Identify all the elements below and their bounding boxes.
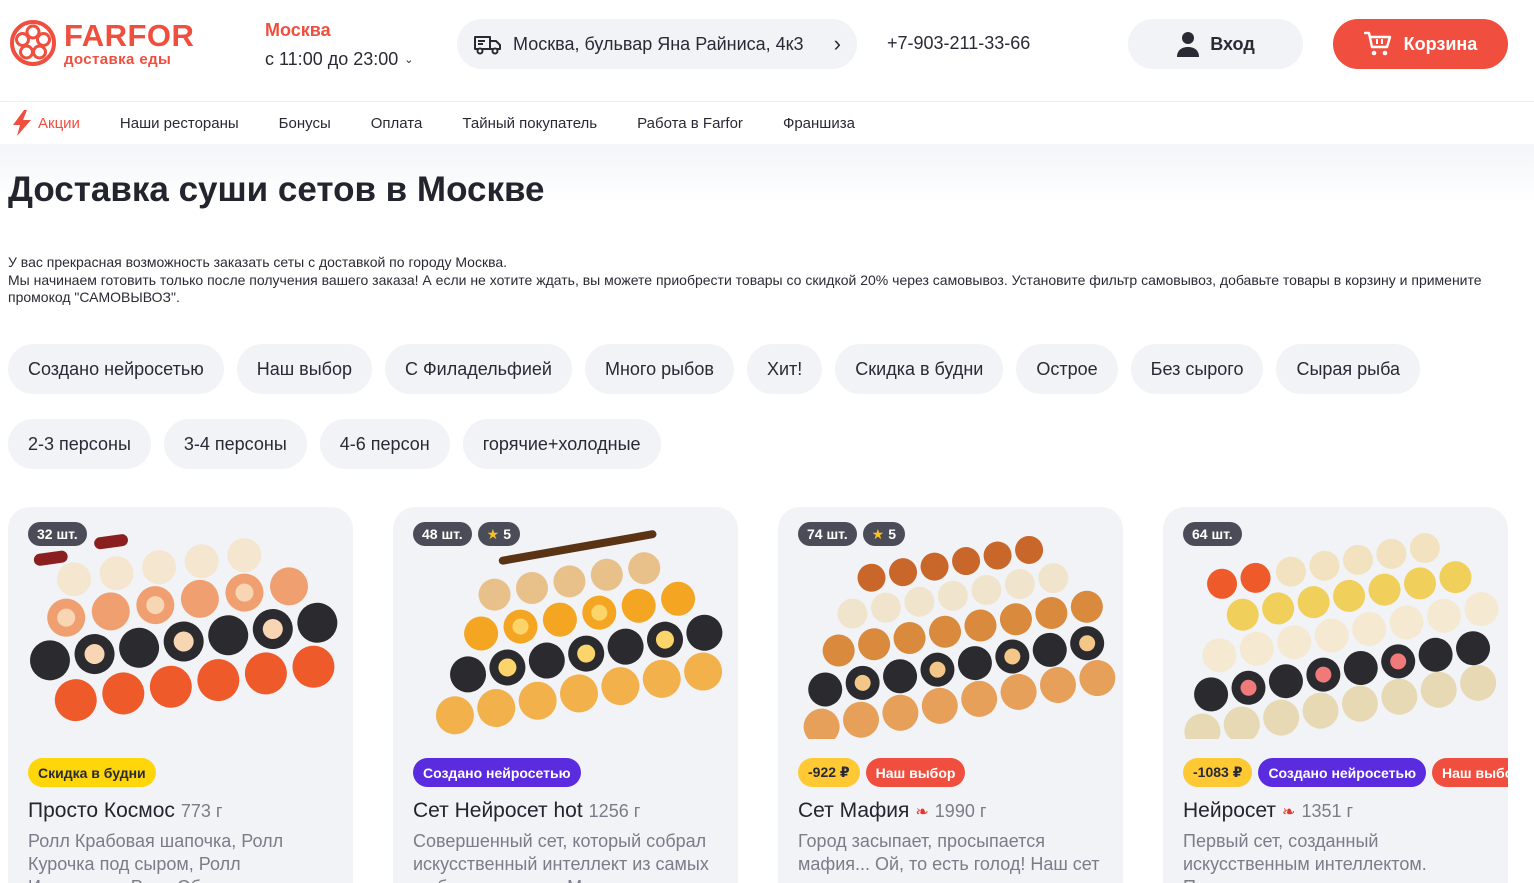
piece-count-badge: 32 шт. (28, 522, 87, 546)
rating-badge: ★ 5 (477, 522, 521, 546)
card-tags: Скидка в будни (28, 758, 156, 787)
filter-chip[interactable]: 3-4 персоны (163, 419, 307, 469)
filter-chip[interactable]: Создано нейросетью (8, 344, 224, 394)
filter-chip[interactable]: Хит! (746, 344, 823, 394)
nav-item-bonuses[interactable]: Бонусы (279, 115, 331, 132)
card-badges: 74 шт. ★ 5 (798, 522, 906, 546)
cart-button[interactable]: Корзина (1333, 19, 1508, 69)
product-title: Просто Космос 773 г (28, 799, 223, 823)
phone-number[interactable]: +7-903-211-33-66 (887, 33, 1030, 54)
nav-item-secret-shopper[interactable]: Тайный покупатель (462, 115, 597, 132)
product-description: Совершенный сет, который собрал искусств… (413, 831, 709, 883)
product-name: Нейросет (1183, 799, 1277, 822)
cart-label: Корзина (1403, 33, 1478, 54)
chevron-down-icon: ⌄ (404, 54, 414, 66)
rating-value: 5 (503, 526, 512, 542)
farfor-logo[interactable]: FARFOR доставка еды (8, 18, 194, 68)
card-badges: 48 шт. ★ 5 (413, 522, 521, 546)
product-weight: 1351 г (1301, 801, 1354, 821)
tag-ai-created: Создано нейросетью (413, 758, 581, 787)
product-title: Нейросет ❧ 1351 г (1183, 799, 1353, 823)
main-nav: Акции Наши рестораны Бонусы Оплата Тайны… (0, 102, 1534, 144)
filter-chip[interactable]: Много рыбов (584, 344, 734, 394)
product-title: Сет Мафия ❧ 1990 г (798, 799, 986, 823)
tag-price-discount: -922 ₽ (798, 758, 860, 787)
product-description: Первый сет, созданный искусственным инте… (1183, 831, 1427, 883)
nav-item-payment[interactable]: Оплата (371, 115, 423, 132)
product-weight: 1256 г (588, 801, 641, 821)
tag-weekday-discount: Скидка в будни (28, 758, 156, 787)
logo-name: FARFOR (64, 17, 195, 53)
card-badges: 64 шт. (1183, 522, 1242, 546)
product-card[interactable]: 48 шт. ★ 5 Создано нейросетью Сет Нейрос… (393, 507, 738, 883)
lightning-icon (13, 110, 31, 136)
product-card[interactable]: 64 шт. -1083 ₽ Создано нейросетью Наш вы… (1163, 507, 1508, 883)
product-name: Просто Космос (28, 799, 175, 822)
delivery-truck-icon (474, 36, 501, 55)
page-title: Доставка суши сетов в Москве (8, 170, 545, 209)
description-line: Мы начинаем готовить только после получе… (8, 271, 1482, 306)
tag-our-choice: Наш выбор (865, 758, 966, 787)
product-card[interactable]: 74 шт. ★ 5 -922 ₽ Наш выбор Сет Мафия ❧ … (778, 507, 1123, 883)
logo-subtitle: доставка еды (64, 50, 172, 68)
product-weight: 773 г (180, 801, 223, 821)
working-hours[interactable]: с 11:00 до 23:00 ⌄ (265, 49, 414, 70)
filter-chips-row: 2-3 персоны 3-4 персоны 4-6 персон горяч… (8, 419, 1518, 469)
card-tags: Создано нейросетью (413, 758, 581, 787)
nav-item-franchise[interactable]: Франшиза (783, 115, 855, 132)
filter-chip[interactable]: 2-3 персоны (8, 419, 151, 469)
card-tags: -1083 ₽ Создано нейросетью Наш выбор (1183, 758, 1508, 787)
logo-flower-icon (10, 20, 56, 66)
filter-chip[interactable]: Наш выбор (236, 344, 372, 394)
filter-chip[interactable]: Скидка в будни (835, 344, 1004, 394)
login-label: Вход (1210, 33, 1255, 54)
product-title: Сет Нейросет hot 1256 г (413, 799, 640, 823)
page-description: У вас прекрасная возможность заказать се… (8, 254, 1508, 307)
tag-our-choice: Наш выбор (1432, 758, 1508, 787)
star-icon: ★ (486, 525, 500, 542)
nav-item-jobs[interactable]: Работа в Farfor (637, 115, 743, 132)
piece-count-badge: 64 шт. (1183, 522, 1242, 546)
tag-price-discount: -1083 ₽ (1183, 758, 1253, 787)
product-name: Сет Мафия (798, 799, 910, 822)
filter-chip[interactable]: горячие+холодные (462, 419, 661, 469)
login-button[interactable]: Вход (1128, 19, 1303, 69)
nav-item-label: Акции (38, 114, 80, 132)
product-name: Сет Нейросет hot (413, 799, 583, 822)
chevron-right-icon: › (833, 31, 841, 56)
city-selector[interactable]: Москва с 11:00 до 23:00 ⌄ (265, 20, 414, 70)
star-icon: ★ (871, 525, 885, 542)
product-card[interactable]: 32 шт. Скидка в будни Просто Космос 773 … (8, 507, 353, 883)
description-line: У вас прекрасная возможность заказать се… (8, 254, 508, 270)
nav-item-restaurants[interactable]: Наши рестораны (120, 115, 239, 132)
piece-count-badge: 48 шт. (413, 522, 472, 546)
product-description: Город засыпает, просыпается мафия... Ой,… (798, 831, 1100, 883)
filter-chip[interactable]: Без сырого (1130, 344, 1264, 394)
filter-chip[interactable]: Сырая рыба (1276, 344, 1421, 394)
delivery-address-text: Москва, бульвар Яна Райниса, 4к3 (513, 33, 804, 54)
chili-pepper-icon: ❧ (915, 804, 929, 821)
cart-icon (1363, 31, 1391, 56)
nav-item-promo[interactable]: Акции (12, 110, 80, 136)
product-description: Ролл Крабовая шапочка, Ролл Курочка под … (28, 831, 284, 883)
filter-chip[interactable]: С Филадельфией (385, 344, 572, 394)
user-icon (1177, 32, 1200, 57)
card-badges: 32 шт. (28, 522, 87, 546)
city-name: Москва (265, 20, 331, 40)
filter-chip[interactable]: 4-6 персон (319, 419, 450, 469)
tag-ai-created: Создано нейросетью (1258, 758, 1427, 787)
rating-badge: ★ 5 (862, 522, 906, 546)
product-weight: 1990 г (934, 801, 987, 821)
card-tags: -922 ₽ Наш выбор (798, 758, 966, 787)
site-header: FARFOR доставка еды Москва с 11:00 до 23… (0, 0, 1534, 102)
filter-chip[interactable]: Острое (1016, 344, 1118, 394)
working-hours-text: с 11:00 до 23:00 (265, 49, 399, 69)
chili-pepper-icon: ❧ (1282, 804, 1296, 821)
filter-chips-row: Создано нейросетью Наш выбор С Филадельф… (8, 344, 1518, 394)
piece-count-badge: 74 шт. (798, 522, 857, 546)
rating-value: 5 (888, 526, 897, 542)
delivery-address-button[interactable]: Москва, бульвар Яна Райниса, 4к3 › (457, 19, 857, 69)
